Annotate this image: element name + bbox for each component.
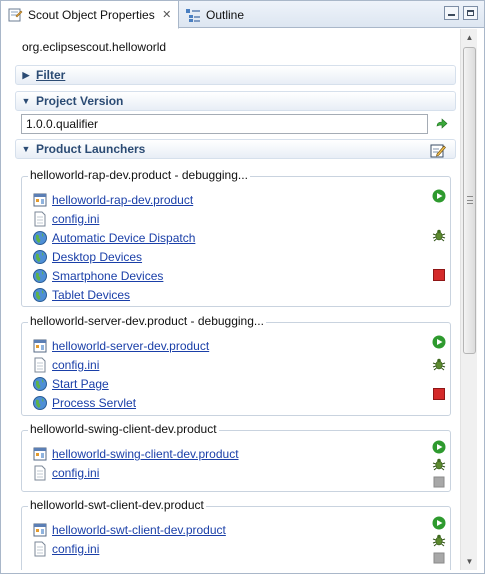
product-icon (33, 447, 47, 461)
section-title: Product Launchers (36, 142, 146, 156)
file-icon (34, 357, 46, 373)
tab-scout-object-properties[interactable]: Scout Object Properties ✕ (1, 1, 179, 29)
config-link[interactable]: config.ini (52, 212, 99, 226)
product-link[interactable]: helloworld-swt-client-dev.product (52, 523, 226, 537)
section-project-version[interactable]: ▼ Project Version (15, 91, 456, 111)
launcher-item: Start Page (32, 375, 109, 393)
globe-icon (33, 250, 47, 264)
scroll-up-icon[interactable]: ▲ (461, 29, 478, 46)
launcher-item: helloworld-rap-dev.product (32, 191, 193, 209)
grip-icon (467, 196, 473, 204)
launcher-item: helloworld-server-dev.product (32, 337, 209, 355)
file-icon (34, 541, 46, 557)
launcher-title: helloworld-swing-client-dev.product (28, 422, 219, 436)
url-link[interactable]: Desktop Devices (52, 250, 142, 264)
product-link[interactable]: helloworld-server-dev.product (52, 339, 209, 353)
launcher-title: helloworld-server-dev.product - debuggin… (28, 314, 266, 328)
launcher-item: Automatic Device Dispatch (32, 229, 195, 247)
run-icon[interactable] (432, 335, 446, 349)
debug-icon[interactable] (432, 533, 446, 547)
debug-icon[interactable] (432, 357, 446, 371)
stop-icon[interactable] (432, 387, 446, 401)
vertical-scrollbar[interactable]: ▲ ▼ (460, 29, 477, 570)
stop-icon[interactable] (432, 268, 446, 282)
product-icon (33, 193, 47, 207)
launcher-group: helloworld-server-dev.product - debuggin… (21, 314, 451, 416)
tab-label: Scout Object Properties (28, 7, 155, 22)
scrollbar-thumb[interactable] (463, 47, 476, 354)
collapse-icon[interactable]: ▼ (18, 96, 34, 106)
globe-icon (33, 269, 47, 283)
scout-properties-icon (8, 8, 23, 21)
project-version-field[interactable]: 1.0.0.qualifier (21, 114, 428, 134)
launcher-item: Process Servlet (32, 394, 136, 412)
launcher-item: Tablet Devices (32, 286, 130, 304)
config-link[interactable]: config.ini (52, 358, 99, 372)
launcher-item: config.ini (32, 540, 99, 558)
tab-outline[interactable]: Outline (183, 1, 244, 28)
launcher-item: config.ini (32, 356, 99, 374)
launcher-item: helloworld-swt-client-dev.product (32, 521, 226, 539)
close-icon[interactable]: ✕ (161, 8, 173, 21)
minimize-icon[interactable] (444, 6, 459, 20)
properties-content: org.eclipsescout.helloworld ▶ Filter ▼ P… (2, 29, 460, 570)
launcher-item: config.ini (32, 464, 99, 482)
globe-icon (33, 377, 47, 391)
file-icon (34, 465, 46, 481)
section-title: Project Version (36, 94, 124, 108)
config-link[interactable]: config.ini (52, 542, 99, 556)
scroll-down-icon[interactable]: ▼ (461, 553, 478, 570)
launcher-title: helloworld-swt-client-dev.product (28, 498, 206, 512)
launcher-item: Desktop Devices (32, 248, 142, 266)
debug-icon[interactable] (432, 457, 446, 471)
file-icon (34, 211, 46, 227)
globe-icon (33, 396, 47, 410)
config-link[interactable]: config.ini (52, 466, 99, 480)
product-link[interactable]: helloworld-swing-client-dev.product (52, 447, 239, 461)
collapse-icon[interactable]: ▼ (18, 144, 34, 154)
expand-icon[interactable]: ▶ (18, 70, 34, 81)
launcher-group: helloworld-swing-client-dev.product hell… (21, 422, 451, 492)
url-link[interactable]: Smartphone Devices (52, 269, 163, 283)
tab-label: Outline (206, 7, 245, 22)
project-name: org.eclipsescout.helloworld (22, 40, 167, 54)
section-title: Filter (36, 68, 66, 82)
section-filter[interactable]: ▶ Filter (15, 65, 456, 85)
url-link[interactable]: Start Page (52, 377, 109, 391)
run-icon[interactable] (432, 189, 446, 203)
url-link[interactable]: Tablet Devices (52, 288, 130, 302)
launcher-item: config.ini (32, 210, 99, 228)
globe-icon (33, 231, 47, 245)
apply-arrow-icon[interactable] (435, 117, 449, 131)
launcher-title: helloworld-rap-dev.product - debugging..… (28, 168, 250, 182)
stop-icon-disabled (433, 552, 445, 564)
maximize-icon[interactable] (463, 6, 478, 20)
launcher-item: helloworld-swing-client-dev.product (32, 445, 239, 463)
launcher-item: Smartphone Devices (32, 267, 163, 285)
run-icon[interactable] (432, 516, 446, 530)
url-link[interactable]: Automatic Device Dispatch (52, 231, 195, 245)
view-tab-bar: Scout Object Properties ✕ Outline (1, 1, 484, 29)
product-icon (33, 523, 47, 537)
launcher-group: helloworld-swt-client-dev.product hellow… (21, 498, 451, 570)
properties-view: Scout Object Properties ✕ Outline org.ec… (0, 0, 485, 574)
stop-icon-disabled (433, 476, 445, 488)
debug-icon[interactable] (432, 228, 446, 242)
section-product-launchers[interactable]: ▼ Product Launchers (15, 139, 456, 159)
globe-icon (33, 288, 47, 302)
outline-icon (186, 8, 200, 22)
product-icon (33, 339, 47, 353)
edit-launchers-icon[interactable] (430, 143, 446, 159)
launcher-group: helloworld-rap-dev.product - debugging..… (21, 168, 451, 307)
url-link[interactable]: Process Servlet (52, 396, 136, 410)
run-icon[interactable] (432, 440, 446, 454)
product-link[interactable]: helloworld-rap-dev.product (52, 193, 193, 207)
